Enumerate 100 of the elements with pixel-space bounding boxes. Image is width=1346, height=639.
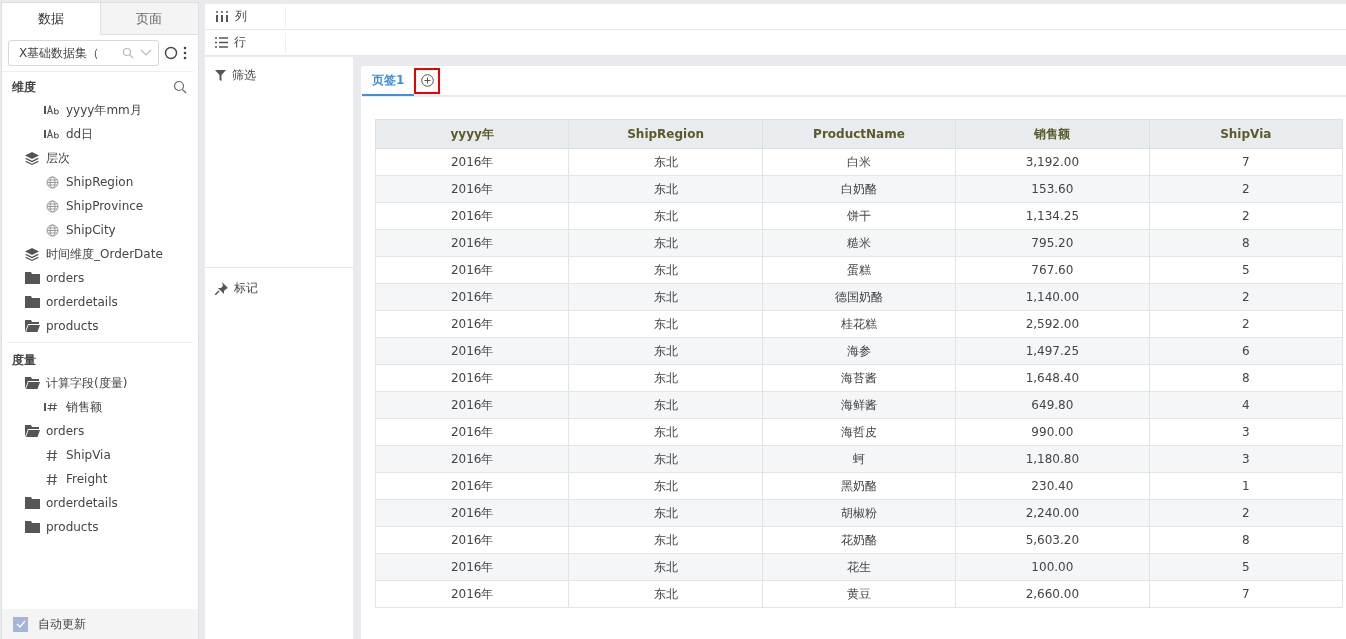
table-cell: 5 bbox=[1149, 553, 1343, 581]
tree-item[interactable]: 层次 bbox=[46, 149, 70, 167]
table-cell: 糙米 bbox=[762, 229, 956, 257]
table-cell: 东北 bbox=[568, 526, 763, 554]
tree-item[interactable]: orderdetails bbox=[46, 496, 118, 510]
table-cell: 2 bbox=[1149, 310, 1343, 338]
folder-icon bbox=[24, 497, 40, 509]
table-cell: 7 bbox=[1149, 148, 1343, 176]
table-cell: 2016年 bbox=[375, 580, 569, 608]
tree-item[interactable]: orders bbox=[46, 424, 85, 438]
tree-item[interactable]: 时间维度_OrderDate bbox=[46, 245, 163, 263]
tree-item[interactable]: ShipRegion bbox=[66, 175, 134, 189]
filter-icon bbox=[215, 69, 226, 81]
tree-item[interactable]: products bbox=[46, 319, 99, 333]
table-cell: 1,497.25 bbox=[955, 337, 1150, 365]
column-header: 销售额 bbox=[955, 119, 1150, 149]
more-icon[interactable] bbox=[183, 46, 187, 60]
table-cell: 1,140.00 bbox=[955, 283, 1150, 311]
table-cell: 2016年 bbox=[375, 283, 569, 311]
dataset-select[interactable]: X基础数据集（ bbox=[8, 40, 159, 66]
tree-item[interactable]: ShipProvince bbox=[66, 199, 144, 213]
table-cell: 4 bbox=[1149, 391, 1343, 419]
checkbox-label: 自动更新 bbox=[38, 615, 86, 633]
refresh-icon[interactable] bbox=[164, 46, 178, 60]
table-cell: 5,603.20 bbox=[955, 526, 1150, 554]
globe-icon bbox=[45, 223, 59, 237]
tree-item[interactable]: dd日 bbox=[66, 125, 94, 143]
hash-icon bbox=[46, 472, 58, 486]
tree-item[interactable]: orderdetails bbox=[46, 295, 118, 309]
table-cell: 100.00 bbox=[955, 553, 1150, 581]
table-cell: 东北 bbox=[568, 580, 763, 608]
table-cell: 8 bbox=[1149, 526, 1343, 554]
table-cell: 黄豆 bbox=[762, 580, 956, 608]
table-cell: 153.60 bbox=[955, 175, 1150, 203]
table-cell: 1 bbox=[1149, 472, 1343, 500]
table-cell: 2016年 bbox=[375, 391, 569, 419]
table-cell: 东北 bbox=[568, 364, 763, 392]
table-cell: 230.40 bbox=[955, 472, 1150, 500]
tree-item[interactable]: orders bbox=[46, 271, 85, 285]
search-icon[interactable] bbox=[173, 80, 187, 94]
pin-icon bbox=[215, 281, 228, 295]
column-header: ProductName bbox=[762, 119, 956, 149]
text-field-icon bbox=[44, 129, 60, 139]
chevron-down-icon bbox=[140, 49, 152, 57]
table-cell: 2 bbox=[1149, 499, 1343, 527]
layers-icon bbox=[25, 151, 39, 165]
sidebar-tab[interactable]: 页面 bbox=[99, 3, 198, 35]
search-icon bbox=[122, 47, 134, 59]
table-cell: 东北 bbox=[568, 310, 763, 338]
table-cell: 2016年 bbox=[375, 256, 569, 284]
table-cell: 3 bbox=[1149, 418, 1343, 446]
table-cell: 花奶酪 bbox=[762, 526, 956, 554]
shelf-label: 标记 bbox=[234, 279, 258, 297]
table-cell: 8 bbox=[1149, 364, 1343, 392]
section-title: 维度 bbox=[12, 78, 36, 96]
table-cell: 东北 bbox=[568, 175, 763, 203]
table-cell: 2 bbox=[1149, 202, 1343, 230]
table-cell: 海苔酱 bbox=[762, 364, 956, 392]
globe-icon bbox=[45, 175, 59, 189]
table-cell: 黑奶酪 bbox=[762, 472, 956, 500]
column-header: ShipRegion bbox=[568, 119, 763, 149]
open-folder-icon bbox=[24, 320, 40, 332]
tree-item[interactable]: Freight bbox=[66, 472, 108, 486]
table-cell: 649.80 bbox=[955, 391, 1150, 419]
open-folder-icon bbox=[24, 377, 40, 389]
table-cell: 白奶酪 bbox=[762, 175, 956, 203]
table-cell: 东北 bbox=[568, 337, 763, 365]
table-cell: 东北 bbox=[568, 553, 763, 581]
table-cell: 桂花糕 bbox=[762, 310, 956, 338]
tree-item[interactable]: ShipVia bbox=[66, 448, 111, 462]
table-cell: 东北 bbox=[568, 418, 763, 446]
table-cell: 1,648.40 bbox=[955, 364, 1150, 392]
table-cell: 2,592.00 bbox=[955, 310, 1150, 338]
table-cell: 蛋糕 bbox=[762, 256, 956, 284]
tree-item[interactable]: 计算字段(度量) bbox=[46, 374, 128, 392]
table-cell: 2016年 bbox=[375, 148, 569, 176]
folder-icon bbox=[24, 521, 40, 533]
table-cell: 990.00 bbox=[955, 418, 1150, 446]
section-title: 度量 bbox=[12, 351, 36, 369]
checkbox[interactable] bbox=[13, 616, 28, 632]
add-tab-button[interactable] bbox=[414, 67, 441, 94]
table-cell: 2016年 bbox=[375, 526, 569, 554]
table-cell: 2 bbox=[1149, 175, 1343, 203]
table-cell: 东北 bbox=[568, 499, 763, 527]
shelf-label: 筛选 bbox=[232, 66, 256, 84]
table-cell: 2016年 bbox=[375, 229, 569, 257]
table-cell: 2016年 bbox=[375, 310, 569, 338]
tree-item[interactable]: yyyy年mm月 bbox=[66, 101, 142, 119]
layers-icon bbox=[25, 247, 39, 261]
text-field-icon bbox=[44, 105, 60, 115]
table-cell: 3,192.00 bbox=[955, 148, 1150, 176]
table-cell: 花生 bbox=[762, 553, 956, 581]
shelf-label: 行 bbox=[234, 34, 246, 51]
table-cell: 2016年 bbox=[375, 418, 569, 446]
table-cell: 德国奶酪 bbox=[762, 283, 956, 311]
tree-item[interactable]: ShipCity bbox=[66, 223, 116, 237]
tree-item[interactable]: products bbox=[46, 520, 99, 534]
table-cell: 2016年 bbox=[375, 499, 569, 527]
tree-item[interactable]: 销售额 bbox=[66, 398, 102, 416]
table-cell: 2 bbox=[1149, 283, 1343, 311]
